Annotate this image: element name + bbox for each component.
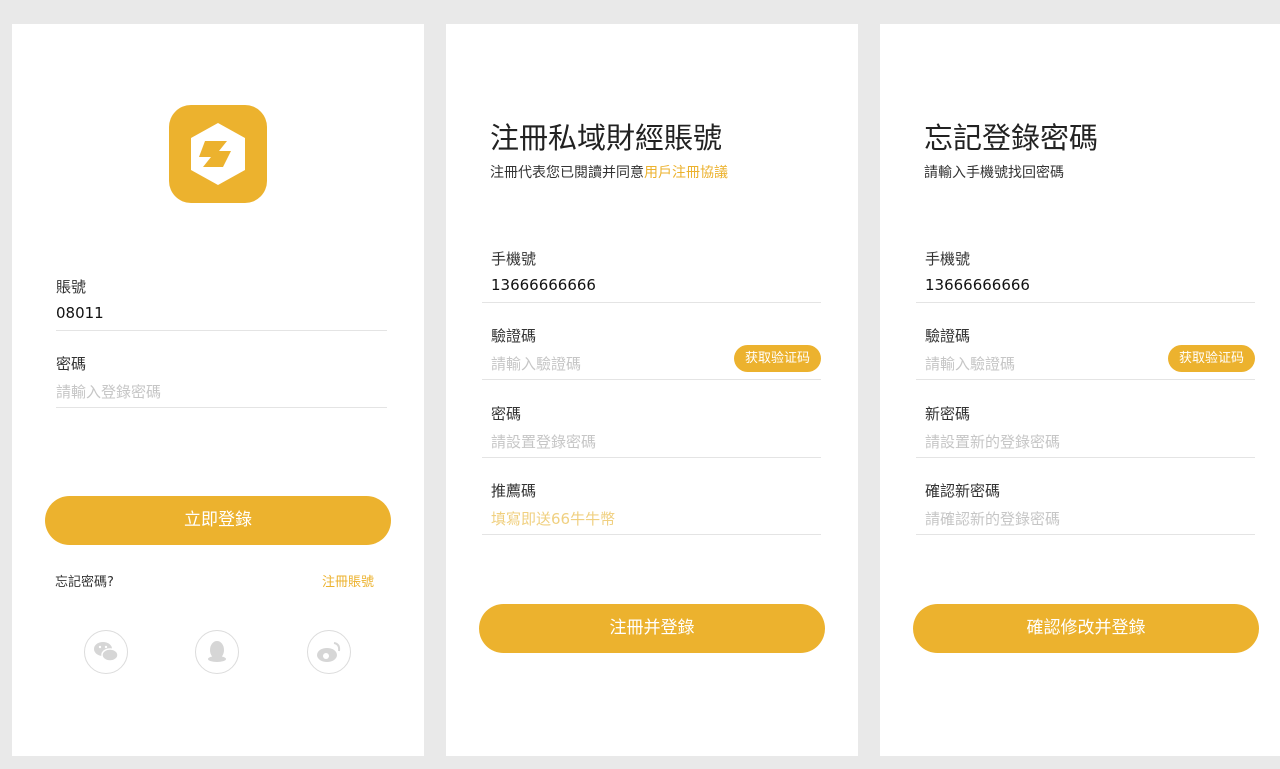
password-label: 密碼: [491, 405, 522, 423]
forgot-password-panel: 忘記登錄密碼 請輸入手機號找回密碼 手機號 13666666666 驗證碼 請輸…: [880, 24, 1280, 756]
new-password-input[interactable]: 請設置新的登錄密碼: [925, 431, 1060, 452]
forgot-password-link[interactable]: 忘記密碼?: [55, 571, 114, 590]
agreement-link[interactable]: 用戶注冊協議: [644, 165, 728, 181]
qq-icon[interactable]: [195, 630, 239, 674]
app-logo: [169, 105, 267, 203]
referral-label: 推薦碼: [491, 482, 537, 500]
confirm-password-input[interactable]: 請確認新的登錄密碼: [925, 508, 1060, 529]
register-link[interactable]: 注冊賬號: [322, 571, 374, 590]
confirm-password-label: 確認新密碼: [925, 482, 1001, 500]
register-submit-button[interactable]: 注冊并登錄: [479, 604, 825, 653]
phone-label: 手機號: [491, 250, 537, 268]
login-panel: 賬號 08011 密碼 請輸入登錄密碼 立即登錄 忘記密碼? 注冊賬號: [12, 24, 424, 756]
weibo-icon[interactable]: [307, 630, 351, 674]
referral-field[interactable]: 推薦碼 填寫即送66牛牛幣: [482, 479, 821, 535]
code-field[interactable]: 驗證碼 請輸入驗證碼 获取验证码: [482, 324, 821, 380]
register-title: 注冊私域財經賬號: [490, 121, 723, 155]
get-code-button[interactable]: 获取验证码: [1168, 345, 1255, 372]
forgot-title: 忘記登錄密碼: [924, 121, 1099, 155]
agreement-text: 注冊代表您已閱讀并同意: [490, 165, 644, 181]
code-input[interactable]: 請輸入驗證碼: [491, 353, 581, 374]
new-password-label: 新密碼: [925, 405, 971, 423]
logo-icon: [191, 123, 245, 185]
password-label: 密碼: [56, 355, 87, 373]
password-field[interactable]: 密碼 請設置登錄密碼: [482, 402, 821, 458]
phone-field[interactable]: 手機號 13666666666: [482, 246, 821, 303]
referral-input[interactable]: 填寫即送66牛牛幣: [491, 508, 615, 529]
phone-field[interactable]: 手機號 13666666666: [916, 246, 1255, 303]
account-input[interactable]: 08011: [56, 304, 104, 322]
confirm-password-field[interactable]: 確認新密碼 請確認新的登錄密碼: [916, 479, 1255, 535]
phone-input[interactable]: 13666666666: [925, 276, 1030, 294]
get-code-button[interactable]: 获取验证码: [734, 345, 821, 372]
account-label: 賬號: [56, 278, 87, 296]
login-button[interactable]: 立即登錄: [45, 496, 391, 545]
phone-input[interactable]: 13666666666: [491, 276, 596, 294]
account-field[interactable]: 賬號 08011: [56, 274, 387, 331]
register-subtitle: 注冊代表您已閱讀并同意用戶注冊協議: [490, 162, 728, 182]
confirm-reset-button[interactable]: 確認修改并登錄: [913, 604, 1259, 653]
wechat-icon[interactable]: [84, 630, 128, 674]
phone-label: 手機號: [925, 250, 971, 268]
code-label: 驗證碼: [491, 327, 537, 345]
code-input[interactable]: 請輸入驗證碼: [925, 353, 1015, 374]
password-input[interactable]: 請輸入登錄密碼: [56, 381, 161, 402]
password-field[interactable]: 密碼 請輸入登錄密碼: [56, 352, 387, 408]
new-password-field[interactable]: 新密碼 請設置新的登錄密碼: [916, 402, 1255, 458]
register-panel: 注冊私域財經賬號 注冊代表您已閱讀并同意用戶注冊協議 手機號 136666666…: [446, 24, 858, 756]
forgot-subtitle: 請輸入手機號找回密碼: [924, 165, 1064, 181]
password-input[interactable]: 請設置登錄密碼: [491, 431, 596, 452]
code-label: 驗證碼: [925, 327, 971, 345]
code-field[interactable]: 驗證碼 請輸入驗證碼 获取验证码: [916, 324, 1255, 380]
